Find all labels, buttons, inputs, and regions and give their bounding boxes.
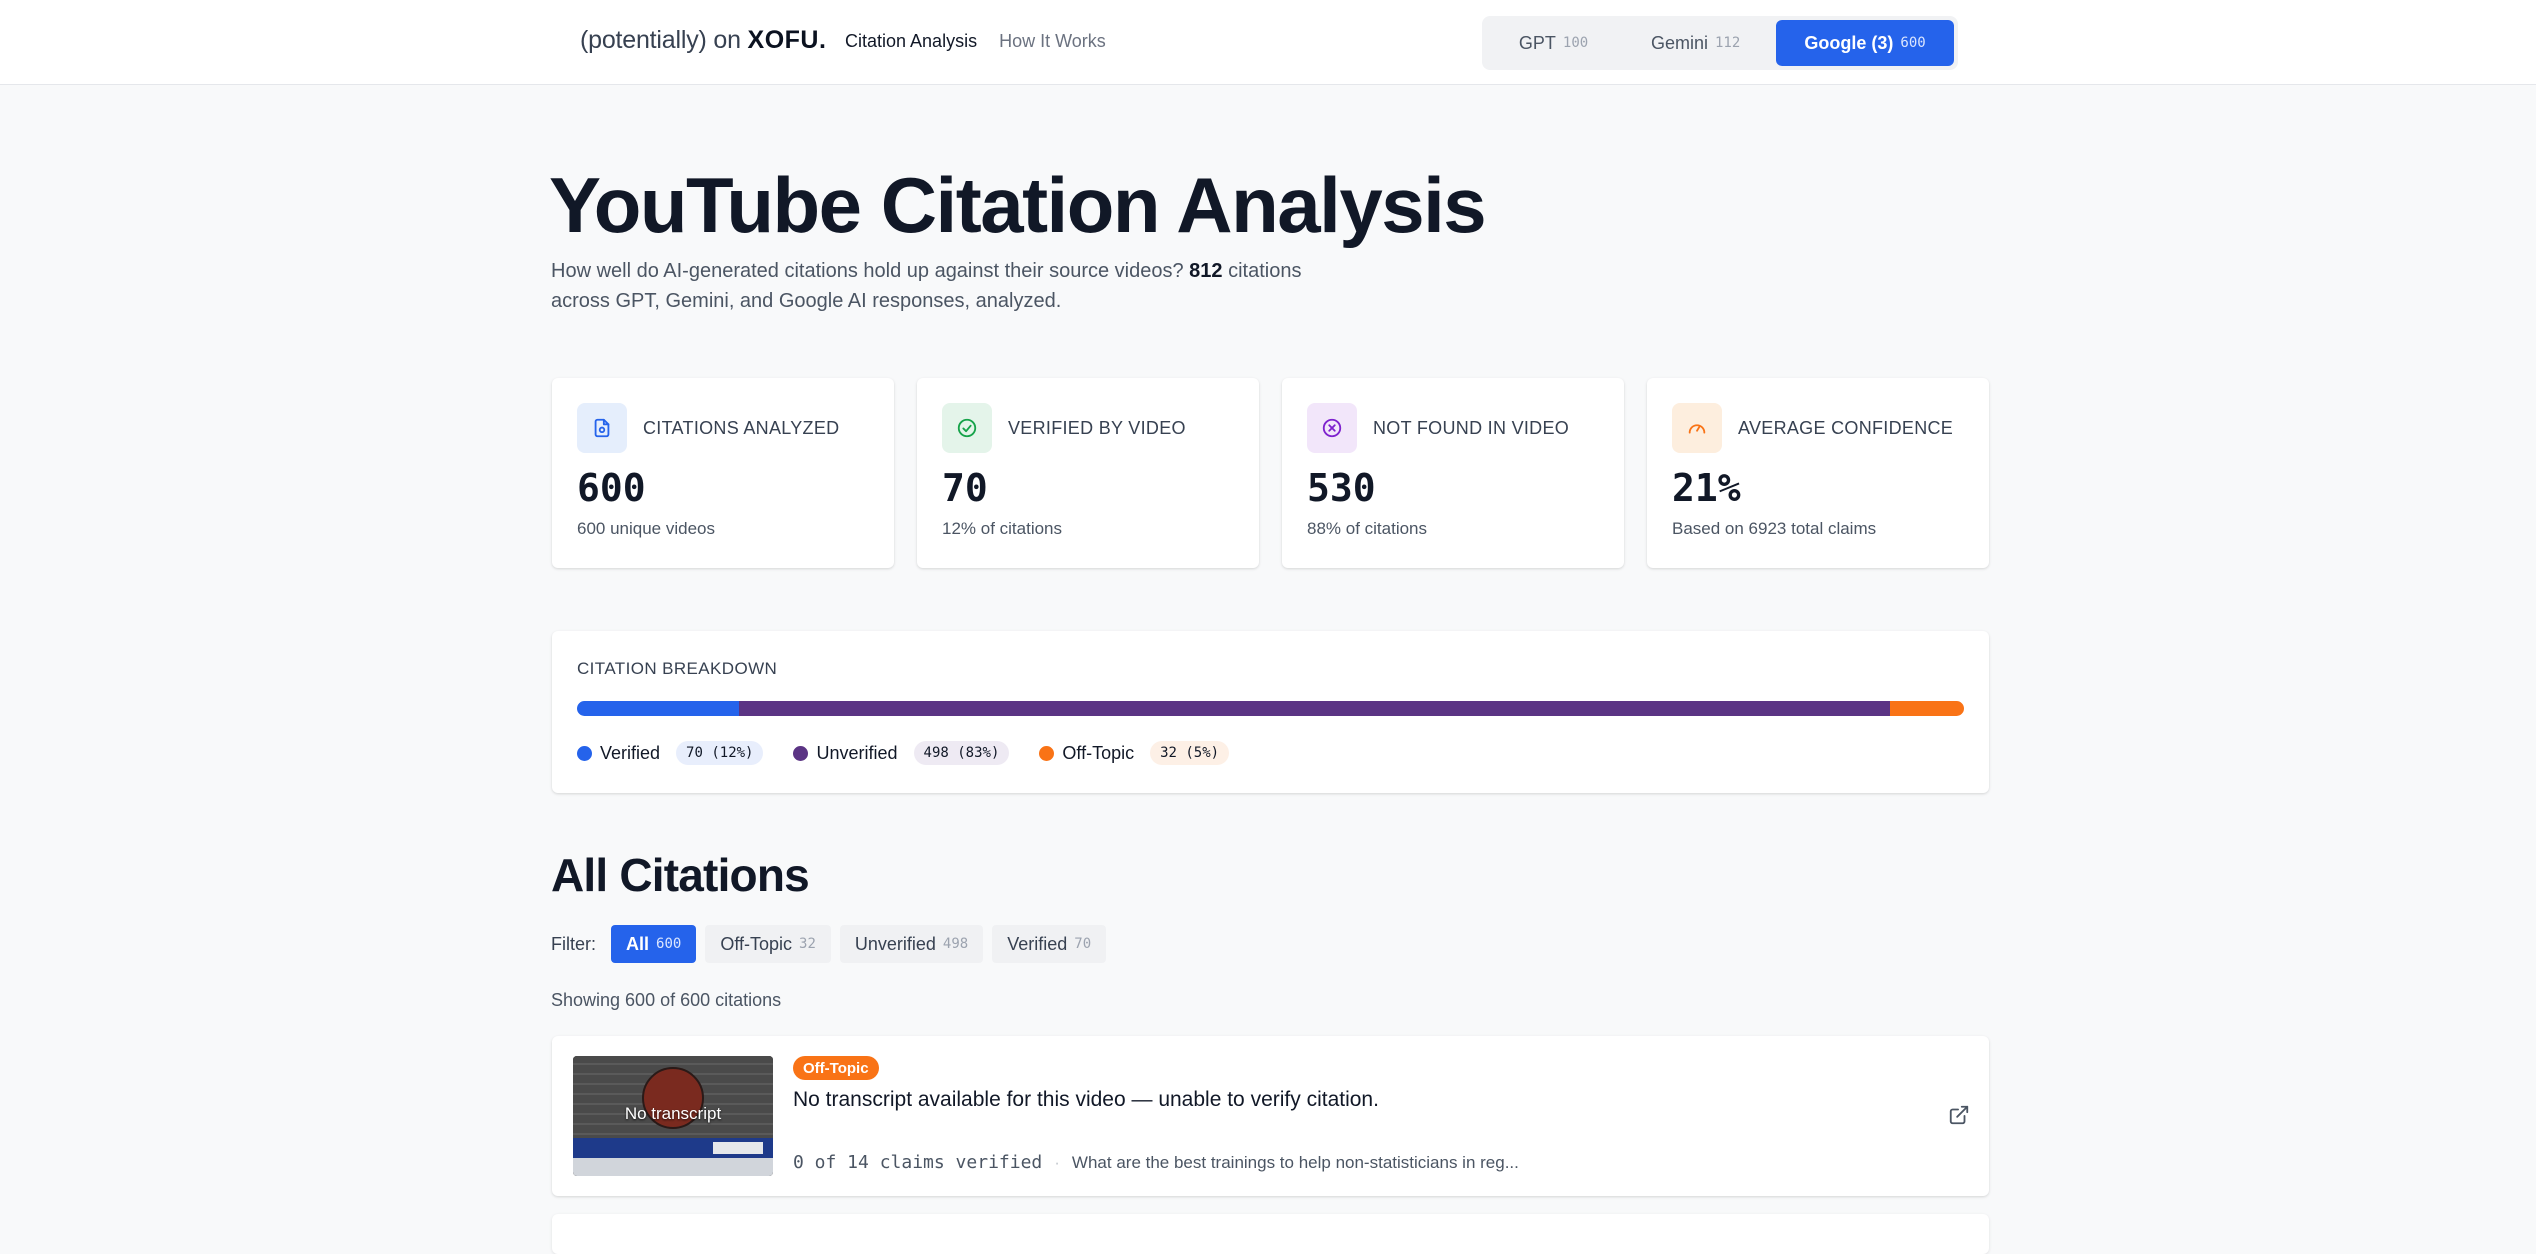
stat-note: 12% of citations	[942, 519, 1063, 538]
gauge-icon	[1672, 403, 1722, 453]
filter-label: Filter:	[551, 933, 596, 954]
stat-label: VERIFIED BY VIDEO	[1008, 418, 1186, 438]
chip-label: Verified	[1007, 933, 1068, 954]
model-button-google[interactable]: Google (3) 600	[1776, 20, 1954, 66]
breakdown-bar	[577, 701, 1964, 716]
legend-count: 498 (83%)	[913, 741, 1010, 765]
chip-count: 70	[1074, 936, 1092, 952]
status-badge: Off-Topic	[793, 1056, 879, 1080]
external-link-icon[interactable]	[1948, 1104, 1970, 1126]
stat-note: Based on 6923 total claims	[1672, 519, 1877, 538]
subtitle-pre: How well do AI-generated citations hold …	[551, 260, 1184, 282]
stat-label: CITATIONS ANALYZED	[643, 418, 840, 438]
model-button-gpt[interactable]: GPT 100	[1486, 20, 1621, 66]
legend-item-verified: Verified 70 (12%)	[577, 741, 764, 765]
bar-segment-off-topic	[1890, 701, 1964, 716]
chip-count: 600	[656, 936, 682, 952]
model-label: Google (3)	[1804, 32, 1894, 53]
brand-name: XOFU.	[747, 26, 827, 54]
legend-count: 70 (12%)	[676, 741, 764, 765]
meta-separator: ·	[1054, 1152, 1060, 1172]
bar-segment-verified	[577, 701, 740, 716]
filter-chip-off-topic[interactable]: Off-Topic 32	[705, 925, 831, 963]
citation-card[interactable]	[552, 1214, 1989, 1254]
breakdown-title: CITATION BREAKDOWN	[577, 659, 778, 678]
chip-count: 32	[799, 936, 816, 952]
citation-breakdown-panel: CITATION BREAKDOWN Verified 70 (12%) Unv…	[552, 631, 1989, 793]
citation-meta: 0 of 14 claims verified · What are the b…	[793, 1152, 1519, 1173]
top-nav: (potentially) on XOFU. Citation Analysis…	[0, 0, 2536, 85]
citation-query: What are the best trainings to help non-…	[1071, 1152, 1519, 1172]
legend-label: Verified	[600, 742, 661, 763]
stat-note: 600 unique videos	[577, 519, 716, 538]
stat-value: 530	[1307, 466, 1376, 510]
stat-card-verified: VERIFIED BY VIDEO 70 12% of citations	[917, 378, 1259, 568]
page-subtitle: How well do AI-generated citations hold …	[551, 256, 1351, 316]
page-title: YouTube Citation Analysis	[549, 161, 1487, 249]
stat-value: 70	[942, 466, 988, 510]
subtitle-count: 812	[1189, 260, 1223, 282]
section-title: All Citations	[551, 849, 810, 901]
document-icon	[577, 403, 627, 453]
thumbnail-overlay-text: No transcript	[624, 1104, 722, 1123]
brand-logo[interactable]: (potentially) on XOFU.	[580, 26, 826, 55]
chip-count: 498	[942, 936, 969, 952]
model-button-gemini[interactable]: Gemini 112	[1621, 20, 1770, 66]
nav-link-how-it-works[interactable]: How It Works	[999, 31, 1106, 52]
filter-bar: Filter: All 600 Off-Topic 32 Unverified …	[551, 925, 1107, 963]
nav-link-citation-analysis[interactable]: Citation Analysis	[845, 31, 977, 52]
legend-label: Off-Topic	[1062, 742, 1135, 763]
legend-dot	[793, 745, 809, 761]
legend-label: Unverified	[816, 742, 898, 763]
x-circle-icon	[1307, 403, 1357, 453]
legend-item-unverified: Unverified 498 (83%)	[793, 741, 1010, 765]
stat-label: NOT FOUND IN VIDEO	[1373, 418, 1570, 438]
nav-links: Citation Analysis How It Works	[845, 31, 1106, 52]
model-count: 600	[1900, 35, 1926, 51]
filter-chip-all[interactable]: All 600	[611, 925, 697, 963]
citation-card[interactable]: No transcript Off-Topic No transcript av…	[552, 1036, 1989, 1196]
filter-chip-unverified[interactable]: Unverified 498	[839, 925, 984, 963]
chip-label: Off-Topic	[720, 933, 793, 954]
brand-prefix: (potentially) on	[580, 26, 741, 54]
stat-note: 88% of citations	[1307, 519, 1428, 538]
model-label: Gemini	[1650, 32, 1708, 53]
citation-title: No transcript available for this video —…	[793, 1088, 1379, 1111]
stat-card-citations-analyzed: CITATIONS ANALYZED 600 600 unique videos	[552, 378, 894, 568]
claims-verified: 0 of 14 claims verified	[793, 1152, 1043, 1173]
stat-card-not-found: NOT FOUND IN VIDEO 530 88% of citations	[1282, 378, 1624, 568]
model-count: 100	[1562, 35, 1589, 51]
legend-dot	[577, 745, 592, 761]
filter-chip-verified[interactable]: Verified 70	[992, 925, 1107, 963]
legend-item-off-topic: Off-Topic 32 (5%)	[1039, 741, 1230, 765]
bar-segment-unverified	[739, 701, 1891, 716]
check-circle-icon	[942, 403, 992, 453]
model-switcher: GPT 100 Gemini 112 Google (3) 600	[1482, 16, 1958, 70]
legend-count: 32 (5%)	[1150, 741, 1230, 765]
results-count: Showing 600 of 600 citations	[551, 990, 782, 1010]
legend-dot	[1039, 745, 1055, 761]
chip-label: All	[626, 933, 650, 954]
model-count: 112	[1715, 35, 1741, 51]
model-label: GPT	[1518, 32, 1556, 53]
stat-value: 600	[577, 466, 646, 510]
stat-value: 21%	[1672, 466, 1741, 510]
stat-label: AVERAGE CONFIDENCE	[1738, 418, 1954, 438]
breakdown-legend: Verified 70 (12%) Unverified 498 (83%) O…	[577, 741, 1230, 765]
video-thumbnail[interactable]: No transcript	[573, 1056, 773, 1176]
chip-label: Unverified	[854, 933, 936, 954]
stat-card-average-confidence: AVERAGE CONFIDENCE 21% Based on 6923 tot…	[1647, 378, 1989, 568]
